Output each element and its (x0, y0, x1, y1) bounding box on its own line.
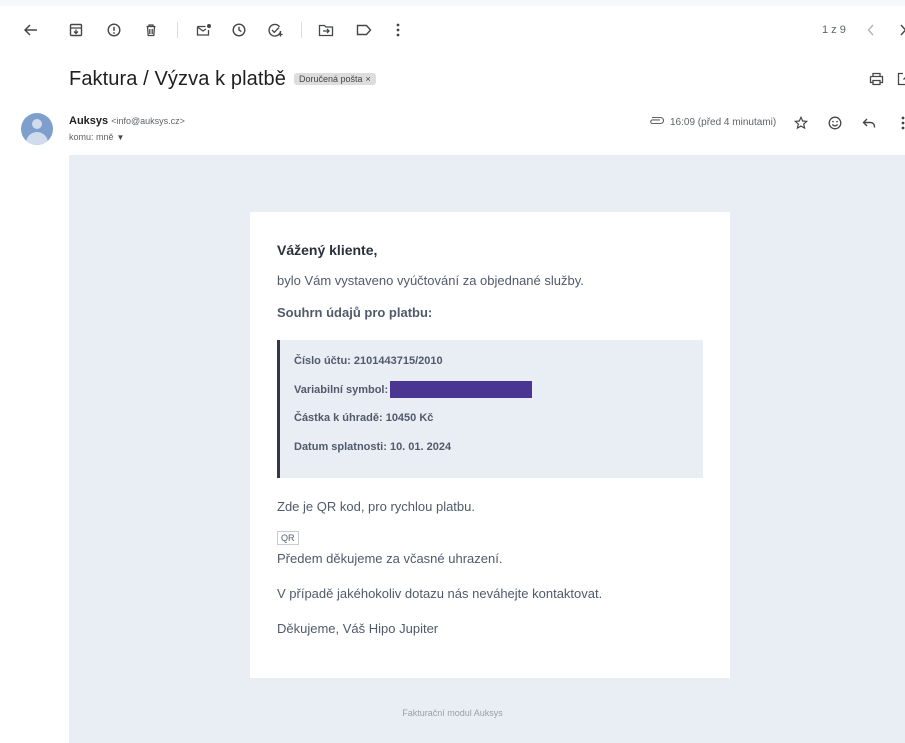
email-card: Vážený kliente, bylo Vám vystaveno vyúčt… (250, 212, 730, 678)
add-task-icon[interactable] (262, 16, 290, 44)
message-time: 16:09 (před 4 minutami) (670, 116, 777, 128)
report-spam-icon[interactable] (100, 16, 128, 44)
snooze-icon[interactable] (225, 16, 253, 44)
qr-intro-text: Zde je QR kod, pro rychlou platbu. (277, 499, 475, 514)
archive-icon[interactable] (62, 16, 90, 44)
print-icon[interactable] (862, 65, 890, 93)
more-vert-icon[interactable] (384, 16, 412, 44)
recipient-text: komu: mně (69, 132, 114, 142)
open-new-window-icon[interactable] (890, 65, 905, 93)
toolbar-divider (177, 22, 178, 38)
intro-text: bylo Vám vystaveno vyúčtování za objedna… (277, 273, 584, 288)
thanks-advance-text: Předem děkujeme za včasné uhrazení. (277, 551, 503, 566)
variable-symbol-label: Variabilní symbol: (294, 383, 389, 396)
message-toolbar: 1 z 9 (0, 16, 905, 44)
recipient-line[interactable]: komu: mně ▼ (69, 132, 124, 142)
message-more-icon[interactable] (892, 112, 905, 134)
emoji-reaction-icon[interactable] (824, 112, 846, 134)
payment-details-box: Číslo účtu: 2101443715/2010 Variabilní s… (277, 340, 703, 478)
back-arrow-icon[interactable] (17, 16, 45, 44)
details-dropdown-icon[interactable]: ▼ (117, 133, 125, 142)
due-date: Datum splatnosti: 10. 01. 2024 (294, 441, 452, 453)
reply-icon[interactable] (858, 112, 880, 134)
redacted-block (390, 381, 533, 398)
next-icon[interactable] (889, 16, 905, 44)
move-to-icon[interactable] (312, 16, 340, 44)
sender-avatar[interactable] (21, 113, 53, 145)
remove-label-icon[interactable]: × (366, 74, 371, 84)
subject-row: Faktura / Výzva k platbě Doručená pošta … (69, 66, 376, 92)
previous-icon[interactable] (857, 16, 885, 44)
toolbar-divider (301, 22, 302, 38)
sender-line: Auksys <info@auksys.cz> (69, 115, 185, 127)
top-strip (0, 0, 905, 6)
sender-email: <info@auksys.cz> (111, 116, 185, 126)
qr-code-image: QR (277, 531, 299, 545)
pager-text: 1 z 9 (822, 24, 846, 36)
email-footer: Fakturační modul Auksys (402, 708, 503, 718)
mark-unread-icon[interactable] (190, 16, 218, 44)
message-meta: 16:09 (před 4 minutami) (648, 112, 776, 132)
amount-due: Částka k úhradě: 10450 Kč (294, 412, 434, 424)
greeting: Vážený kliente, (277, 242, 378, 258)
signoff-text: Děkujeme, Váš Hipo Jupiter (277, 621, 439, 636)
attachment-icon (648, 116, 664, 129)
email-subject: Faktura / Výzva k platbě (69, 67, 286, 90)
star-icon[interactable] (790, 112, 812, 134)
label-icon[interactable] (350, 16, 378, 44)
account-number: Číslo účtu: 2101443715/2010 (294, 355, 443, 367)
delete-icon[interactable] (137, 16, 165, 44)
variable-symbol-row: Variabilní symbol: (294, 381, 533, 398)
inbox-label-chip[interactable]: Doručená pošta × (293, 73, 376, 85)
payment-summary-title: Souhrn údajů pro platbu: (277, 305, 433, 320)
label-chip-text: Doručená pošta (298, 74, 363, 84)
contact-text: V případě jakéhokoliv dotazu nás neváhej… (277, 586, 603, 601)
sender-name[interactable]: Auksys (69, 115, 108, 127)
